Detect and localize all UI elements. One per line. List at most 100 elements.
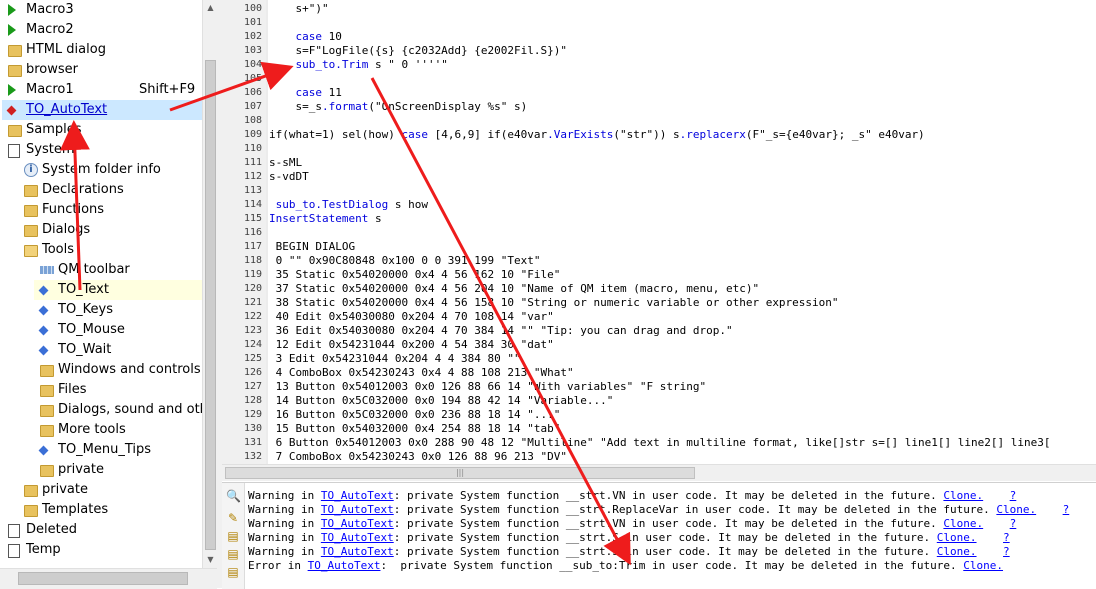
- code-line[interactable]: case 10: [269, 30, 342, 44]
- help-link[interactable]: ?: [1010, 489, 1017, 502]
- output-item-link[interactable]: TO_AutoText: [321, 545, 394, 558]
- tree-item[interactable]: TO_Keys: [0, 300, 202, 320]
- tree-item[interactable]: HTML dialog: [0, 40, 202, 60]
- tree-item[interactable]: TO_Wait: [0, 340, 202, 360]
- tree-item[interactable]: private: [0, 480, 202, 500]
- tree-item-label: TO_Menu_Tips: [58, 442, 152, 457]
- output-message: : private System function __strt.S in us…: [393, 531, 937, 544]
- help-link[interactable]: ?: [1003, 531, 1010, 544]
- code-line[interactable]: s=F"LogFile({s} {c2032Add} {e2002Fil.S})…: [269, 44, 567, 58]
- note2-icon[interactable]: ▤: [226, 547, 240, 561]
- code-line[interactable]: 36 Edit 0x54030080 0x204 4 70 384 14 "" …: [269, 324, 733, 338]
- tree-scroll-thumb[interactable]: [205, 60, 216, 550]
- edit-icon[interactable]: ✎: [226, 511, 240, 525]
- clone-link[interactable]: Clone.: [937, 545, 977, 558]
- tree-item[interactable]: Macro2: [0, 20, 202, 40]
- tree-item[interactable]: Templates: [0, 500, 202, 520]
- tree-item[interactable]: i System folder info: [0, 160, 202, 180]
- code-line[interactable]: 4 ComboBox 0x54230243 0x4 4 88 108 213 "…: [269, 366, 574, 380]
- code-line[interactable]: s=_s.format("OnScreenDisplay %s" s): [269, 100, 527, 114]
- code-line[interactable]: 15 Button 0x54032000 0x4 254 88 18 14 "t…: [269, 422, 561, 436]
- clone-link[interactable]: Clone.: [963, 559, 1003, 572]
- code-line[interactable]: s-sML: [269, 156, 302, 170]
- toolbar-icon: [40, 266, 54, 274]
- tree-item[interactable]: TO_Text: [34, 280, 202, 300]
- code-line[interactable]: 14 Button 0x5C032000 0x0 194 88 42 14 "V…: [269, 394, 614, 408]
- output-item-link[interactable]: TO_AutoText: [308, 559, 381, 572]
- tree-item[interactable]: More tools: [0, 420, 202, 440]
- clone-link[interactable]: Clone.: [996, 503, 1036, 516]
- tree-item[interactable]: TO_Menu_Tips: [0, 440, 202, 460]
- code-line[interactable]: 37 Static 0x54020000 0x4 4 56 204 10 "Na…: [269, 282, 759, 296]
- code-line[interactable]: 0 "" 0x90C80848 0x100 0 0 391 199 "Text": [269, 254, 541, 268]
- code-line[interactable]: 6 Button 0x54012003 0x0 288 90 48 12 "Mu…: [269, 436, 1051, 450]
- tree-item[interactable]: Dialogs, sound and othe: [0, 400, 202, 420]
- output-item-link[interactable]: TO_AutoText: [321, 517, 394, 530]
- clone-link[interactable]: Clone.: [943, 517, 983, 530]
- output-pane[interactable]: 🔍 ✎ ▤ ▤ ▤ Warning in TO_AutoText: privat…: [222, 482, 1096, 589]
- code-line[interactable]: 13 Button 0x54012003 0x0 126 88 66 14 "W…: [269, 380, 706, 394]
- code-line[interactable]: 38 Static 0x54020000 0x4 4 56 158 10 "St…: [269, 296, 839, 310]
- tree-item-label: TO_Keys: [58, 302, 114, 317]
- tree-item[interactable]: System: [0, 140, 202, 160]
- code-line[interactable]: sub_to.Trim s " 0 ''''": [269, 58, 448, 72]
- code-line[interactable]: InsertStatement s: [269, 212, 382, 226]
- editor-horizontal-scrollbar[interactable]: |||: [222, 464, 1096, 481]
- clone-link[interactable]: Clone.: [943, 489, 983, 502]
- find-icon[interactable]: 🔍: [226, 489, 241, 503]
- code-line[interactable]: 7 ComboBox 0x54230243 0x0 126 88 96 213 …: [269, 450, 567, 464]
- output-item-link[interactable]: TO_AutoText: [321, 503, 394, 516]
- tree-item[interactable]: QM toolbar: [0, 260, 202, 280]
- tree-item[interactable]: Files: [0, 380, 202, 400]
- code-editor[interactable]: 100 101 102 103 104 105 106 107 108 109 110 111 112 1…: [222, 0, 1096, 464]
- tree-item[interactable]: TO_AutoText: [2, 100, 202, 120]
- code-line[interactable]: 40 Edit 0x54030080 0x204 4 70 108 14 "va…: [269, 310, 554, 324]
- tree-item-label: More tools: [58, 422, 126, 437]
- tree-item[interactable]: TO_Mouse: [0, 320, 202, 340]
- code-line[interactable]: if(what=1) sel(how) case [4,6,9] if(e40v…: [269, 128, 925, 142]
- folder-icon: [8, 45, 22, 57]
- tree-item[interactable]: Declarations: [0, 180, 202, 200]
- folder-icon: [24, 185, 38, 197]
- tree-item[interactable]: browser: [0, 60, 202, 80]
- item-tree[interactable]: Macro3 Macro2 HTML dialog browser Macro1 Shif…: [0, 0, 202, 568]
- tree-item-shortcut: Shift+F9: [139, 82, 196, 97]
- code-line[interactable]: BEGIN DIALOG: [269, 240, 355, 254]
- tree-item[interactable]: Dialogs: [0, 220, 202, 240]
- line-number: 111: [243, 157, 262, 168]
- tree-item[interactable]: Macro1 Shift+F9: [0, 80, 202, 100]
- tree-vertical-scrollbar[interactable]: ▲ ▼: [202, 0, 218, 568]
- note3-icon[interactable]: ▤: [226, 565, 240, 579]
- function-icon: [38, 285, 49, 296]
- help-link[interactable]: ?: [1063, 503, 1070, 516]
- note-icon[interactable]: ▤: [226, 529, 240, 543]
- code-line[interactable]: s-vdDT: [269, 170, 309, 184]
- help-link[interactable]: ?: [1003, 545, 1010, 558]
- tree-hscroll-thumb[interactable]: [18, 572, 188, 585]
- code-line[interactable]: 16 Button 0x5C032000 0x0 236 88 18 14 ".…: [269, 408, 561, 422]
- editor-hscroll-thumb[interactable]: |||: [225, 467, 695, 479]
- code-line[interactable]: 12 Edit 0x54231044 0x200 4 54 384 30 "da…: [269, 338, 554, 352]
- tree-item[interactable]: Samples: [0, 120, 202, 140]
- help-link[interactable]: ?: [1010, 517, 1017, 530]
- tree-item[interactable]: Temp: [0, 540, 202, 560]
- tree-item[interactable]: Windows and controls: [0, 360, 202, 380]
- tree-item[interactable]: Tools: [0, 240, 202, 260]
- tree-item[interactable]: private: [0, 460, 202, 480]
- code-line[interactable]: 3 Edit 0x54231044 0x204 4 4 384 80 "": [269, 352, 521, 366]
- tree-item[interactable]: Macro3: [0, 0, 202, 20]
- code-line[interactable]: s+")": [269, 2, 328, 16]
- tree-item[interactable]: Deleted: [0, 520, 202, 540]
- line-number: 112: [243, 171, 262, 182]
- clone-link[interactable]: Clone.: [937, 531, 977, 544]
- tree-horizontal-scrollbar[interactable]: [0, 568, 217, 589]
- scroll-down-icon[interactable]: ▼: [203, 552, 218, 568]
- tree-item[interactable]: Functions: [0, 200, 202, 220]
- tree-item-label: Declarations: [42, 182, 124, 197]
- code-line[interactable]: case 11: [269, 86, 342, 100]
- output-item-link[interactable]: TO_AutoText: [321, 531, 394, 544]
- output-item-link[interactable]: TO_AutoText: [321, 489, 394, 502]
- scroll-up-icon[interactable]: ▲: [203, 0, 218, 16]
- code-line[interactable]: 35 Static 0x54020000 0x4 4 56 162 10 "Fi…: [269, 268, 561, 282]
- code-line[interactable]: sub_to.TestDialog s how: [269, 198, 428, 212]
